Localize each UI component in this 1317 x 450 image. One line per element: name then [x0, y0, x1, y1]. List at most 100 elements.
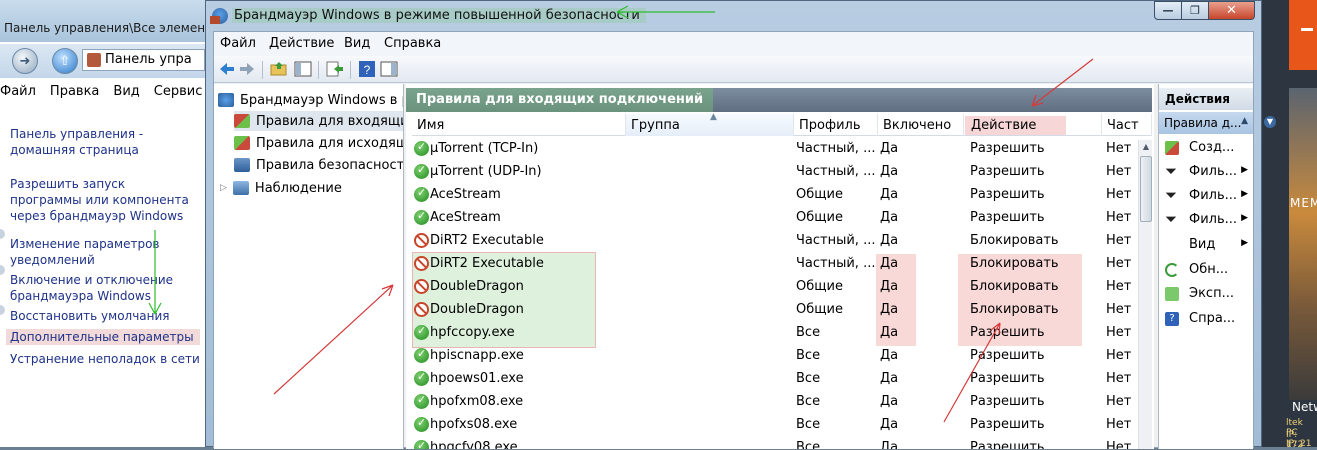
rule-row[interactable]: hpofxm08.exe Все Да Разрешить Нет — [412, 391, 1137, 414]
column-header-enabled[interactable]: Включено — [878, 114, 964, 136]
maximize-button[interactable]: ❐ — [1182, 1, 1209, 20]
cp-link-home[interactable]: Панель управления - домашняя страница — [10, 126, 200, 158]
block-icon — [414, 233, 429, 248]
tree-item-root[interactable]: Брандмауэр Windows в ре — [218, 90, 404, 110]
action-filter-group[interactable]: ⏷ Филь... ▶ — [1159, 209, 1253, 231]
rule-name: µTorrent (TCP-In) — [430, 141, 539, 156]
up-folder-icon[interactable] — [270, 60, 288, 78]
forward-icon[interactable]: ➜ — [12, 48, 38, 74]
action-view[interactable]: Вид ▶ — [1159, 234, 1253, 256]
menu-file[interactable]: Файл — [220, 36, 256, 51]
cp-link-turn-on-off[interactable]: Включение и отключение брандмауэра Windo… — [10, 272, 200, 304]
menu-help[interactable]: Справка — [384, 36, 441, 51]
rule-row[interactable]: hpfccopy.exe Все Да Разрешить Нет — [412, 322, 1137, 345]
actions-section-inbound[interactable]: Правила д... ▲ — [1159, 112, 1253, 134]
cp-link-allow-program[interactable]: Разрешить запуск программы или компонент… — [10, 176, 200, 224]
tree-item-outbound-rules[interactable]: Правила для исходяще — [234, 133, 403, 153]
forward-icon[interactable] — [238, 60, 256, 78]
rule-row[interactable]: hpqcfy08.exe Все Да Разрешить Нет — [412, 437, 1137, 449]
column-header-name[interactable]: Имя — [412, 114, 626, 136]
gadget-area — [1289, 88, 1317, 400]
cp-link-notifications[interactable]: Изменение параметров уведомлений — [10, 236, 200, 268]
allow-check-icon — [414, 163, 429, 179]
column-header-action[interactable]: Действие — [964, 114, 1102, 136]
cp-menu-file[interactable]: Файл — [0, 84, 36, 99]
cp-menu-edit[interactable]: Правка — [50, 84, 99, 99]
rule-override: Нет — [1106, 256, 1132, 271]
rule-row[interactable]: DiRT2 Executable Частный, ... Да Блокироват… — [412, 230, 1137, 253]
inbound-rules-icon — [234, 114, 250, 128]
action-help[interactable]: ? Спра... — [1159, 308, 1253, 330]
rule-row[interactable]: hpiscnapp.exe Все Да Разрешить Нет — [412, 345, 1137, 368]
vertical-scrollbar[interactable]: ▲ — [1138, 140, 1152, 449]
rule-override: Нет — [1106, 233, 1132, 248]
cp-menu-view[interactable]: Вид — [113, 84, 139, 99]
allow-check-icon — [414, 370, 429, 386]
toolbar-separator — [262, 61, 263, 79]
rule-row[interactable]: hpoews01.exe Все Да Разрешить Нет — [412, 368, 1137, 391]
scroll-up-icon[interactable]: ▲ — [1140, 140, 1152, 154]
rule-profile: Все — [796, 348, 821, 363]
rule-action: Разрешить — [970, 210, 1045, 225]
action-export[interactable]: Эксп... — [1159, 283, 1253, 305]
rule-row[interactable]: AceStream Общие Да Разрешить Нет — [412, 207, 1137, 230]
rule-enabled: Да — [880, 325, 899, 340]
tree-item-inbound-rules[interactable]: Правила для входящих — [234, 111, 404, 131]
expand-arrow-icon[interactable]: ▷ — [220, 183, 227, 193]
rule-profile: Все — [796, 394, 821, 409]
actions-section-label: Правила д... — [1164, 116, 1242, 130]
orange-tile[interactable] — [1289, 0, 1317, 70]
column-header-override[interactable]: Част — [1102, 114, 1152, 136]
chevron-down-icon[interactable]: ▼ — [1264, 116, 1276, 128]
menu-action[interactable]: Действие — [269, 36, 334, 51]
rule-override: Нет — [1106, 394, 1132, 409]
rule-row[interactable]: µTorrent (UDP-In) Частный, ... Да Разрешить… — [412, 161, 1137, 184]
export-list-icon[interactable] — [326, 60, 344, 78]
minimize-button[interactable]: — — [1154, 1, 1182, 20]
rule-enabled: Да — [880, 233, 899, 248]
rule-name: hpqcfy08.exe — [430, 440, 518, 449]
collapse-arrow-icon[interactable]: ▲ — [1241, 116, 1248, 126]
action-new-rule[interactable]: Созд... — [1159, 137, 1253, 159]
tree-item-label: Правила для входящих — [256, 113, 404, 129]
action-refresh[interactable]: Обн... — [1159, 259, 1253, 281]
rule-row[interactable]: DoubleDragon Общие Да Блокировать Нет — [412, 276, 1137, 299]
back-icon[interactable] — [218, 60, 236, 78]
show-hide-action-pane-icon[interactable] — [380, 60, 398, 78]
rule-profile: Все — [796, 371, 821, 386]
scroll-thumb[interactable] — [1140, 156, 1152, 222]
rule-name: DoubleDragon — [430, 279, 524, 294]
fw-menubar: Файл Действие Вид Справка — [214, 32, 1253, 56]
cp-link-troubleshoot[interactable]: Устранение неполадок в сети — [10, 351, 200, 367]
filter-icon: ⏷ — [1165, 162, 1178, 180]
rule-row[interactable]: DoubleDragon Общие Да Блокировать Нет — [412, 299, 1137, 322]
cp-link-restore-defaults[interactable]: Восстановить умолчания — [10, 308, 200, 324]
cp-link-advanced-settings[interactable]: Дополнительные параметры — [6, 329, 200, 345]
fw-window-title: Брандмауэр Windows в режиме повышенной б… — [232, 8, 646, 23]
up-icon[interactable]: ⇧ — [52, 48, 78, 74]
menu-view[interactable]: Вид — [344, 36, 370, 51]
cp-address-bar[interactable]: Панель упра — [82, 49, 205, 71]
action-filter-state[interactable]: ⏷ Филь... ▶ — [1159, 185, 1253, 207]
rule-profile: Частный, ... — [796, 141, 876, 156]
show-hide-tree-icon[interactable] — [294, 60, 312, 78]
tree-item-label: Брандмауэр Windows в ре — [240, 92, 404, 108]
rule-row[interactable]: µTorrent (TCP-In) Частный, ... Да Разрешить… — [412, 138, 1137, 161]
column-header-profile[interactable]: Профиль — [794, 114, 878, 136]
firewall-icon — [210, 8, 228, 24]
allow-check-icon — [414, 324, 429, 340]
tree-item-monitoring[interactable]: ▷ Наблюдение — [220, 178, 342, 198]
rule-action: Разрешить — [970, 417, 1045, 432]
close-button[interactable]: ✕ — [1209, 1, 1255, 20]
rule-row[interactable]: AceStream Общие Да Разрешить Нет — [412, 184, 1137, 207]
cp-menu-tools[interactable]: Сервис — [154, 84, 203, 99]
fw-titlebar[interactable]: Брандмауэр Windows в режиме повышенной б… — [206, 1, 1261, 31]
rule-row[interactable]: DiRT2 Executable Частный, ... Да Блокироват… — [412, 253, 1137, 276]
action-filter-profile[interactable]: ⏷ Филь... ▶ — [1159, 161, 1253, 183]
cp-menubar: Файл Правка Вид Сервис — [0, 84, 205, 106]
network-gadget-line: IP: 21 — [1286, 439, 1312, 449]
mem-gadget-label: МЕМ — [1290, 196, 1317, 210]
rule-row[interactable]: hpofxs08.exe Все Да Разрешить Нет — [412, 414, 1137, 437]
help-icon[interactable]: ? — [358, 60, 376, 78]
tree-item-security-rules[interactable]: Правила безопасности — [234, 155, 403, 175]
